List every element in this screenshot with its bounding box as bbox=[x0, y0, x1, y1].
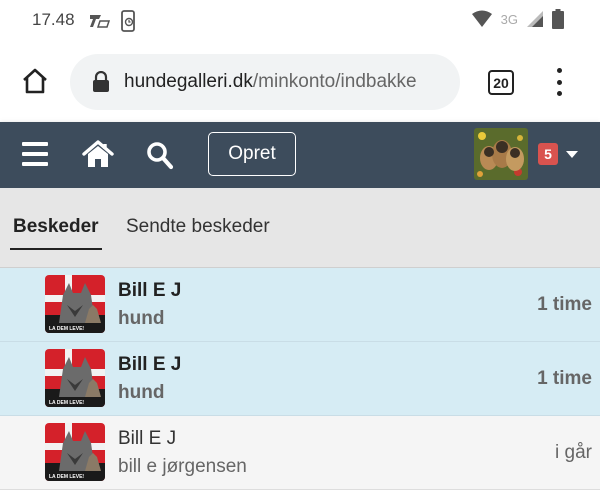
avatar: LA DEM LEVE! bbox=[45, 423, 105, 481]
wifi-icon bbox=[471, 10, 492, 27]
message-sender: Bill E J bbox=[118, 280, 182, 301]
message-sender: Bill E J bbox=[118, 354, 182, 375]
list-item[interactable]: LA DEM LEVE! Bill E J hund 1 time bbox=[0, 268, 600, 342]
url-path: /minkonto/indbakke bbox=[252, 71, 417, 92]
avatar: LA DEM LEVE! bbox=[45, 275, 105, 333]
address-bar[interactable]: hundegalleri.dk/minkonto/indbakke bbox=[70, 54, 460, 110]
message-preview: bill e jørgensen bbox=[118, 456, 247, 477]
battery-icon bbox=[552, 9, 564, 29]
list-item[interactable]: LA DEM LEVE! Bill E J hund 1 time bbox=[0, 342, 600, 416]
wolf-avatar-image: LA DEM LEVE! bbox=[45, 349, 105, 407]
tab-switcher-button[interactable]: 20 bbox=[488, 70, 514, 95]
lock-icon bbox=[93, 71, 109, 92]
browser-menu-icon[interactable] bbox=[552, 68, 566, 96]
status-left-icons bbox=[88, 10, 136, 32]
home-icon[interactable] bbox=[82, 139, 114, 169]
avatar-caption: LA DEM LEVE! bbox=[49, 400, 84, 406]
wolf-avatar-image: LA DEM LEVE! bbox=[45, 423, 105, 481]
browser-toolbar: hundegalleri.dk/minkonto/indbakke 20 bbox=[0, 40, 600, 122]
tab-sent-messages[interactable]: Sendte beskeder bbox=[126, 216, 270, 238]
user-avatar[interactable] bbox=[474, 128, 528, 180]
avatar-caption: LA DEM LEVE! bbox=[49, 326, 84, 332]
url-text[interactable]: hundegalleri.dk/minkonto/indbakke bbox=[124, 71, 417, 93]
message-time: 1 time bbox=[537, 368, 592, 389]
status-right-icons: 3G bbox=[471, 9, 564, 29]
status-time: 17.48 bbox=[32, 10, 75, 29]
status-bar: 17.48 3G bbox=[0, 0, 600, 40]
message-preview: hund bbox=[118, 382, 165, 403]
tv2-app-icon bbox=[90, 15, 110, 28]
message-time: i går bbox=[555, 442, 592, 463]
chevron-down-icon[interactable] bbox=[566, 151, 578, 158]
browser-home-icon[interactable] bbox=[20, 66, 50, 96]
search-icon[interactable] bbox=[146, 140, 174, 170]
message-list: LA DEM LEVE! Bill E J hund 1 time LA DEM… bbox=[0, 268, 600, 490]
signal-icon bbox=[527, 11, 543, 27]
network-type-label: 3G bbox=[500, 11, 518, 27]
notification-badge[interactable]: 5 bbox=[538, 143, 558, 165]
avatar-caption: LA DEM LEVE! bbox=[49, 474, 84, 480]
message-time: 1 time bbox=[537, 294, 592, 315]
active-tab-indicator bbox=[10, 248, 102, 250]
create-button[interactable]: Opret bbox=[208, 132, 296, 176]
dogs-photo-avatar bbox=[474, 128, 528, 180]
inbox-tabs: Beskeder Sendte beskeder bbox=[0, 188, 600, 268]
hamburger-menu-icon[interactable] bbox=[22, 142, 48, 166]
message-sender: Bill E J bbox=[118, 428, 177, 449]
phone-clock-icon bbox=[121, 10, 135, 32]
list-item[interactable]: LA DEM LEVE! Bill E J bill e jørgensen i… bbox=[0, 416, 600, 490]
site-navbar: Opret 5 bbox=[0, 122, 600, 188]
message-preview: hund bbox=[118, 308, 165, 329]
wolf-avatar-image: LA DEM LEVE! bbox=[45, 275, 105, 333]
avatar: LA DEM LEVE! bbox=[45, 349, 105, 407]
tab-messages[interactable]: Beskeder bbox=[13, 216, 99, 238]
url-domain: hundegalleri.dk bbox=[124, 71, 253, 92]
